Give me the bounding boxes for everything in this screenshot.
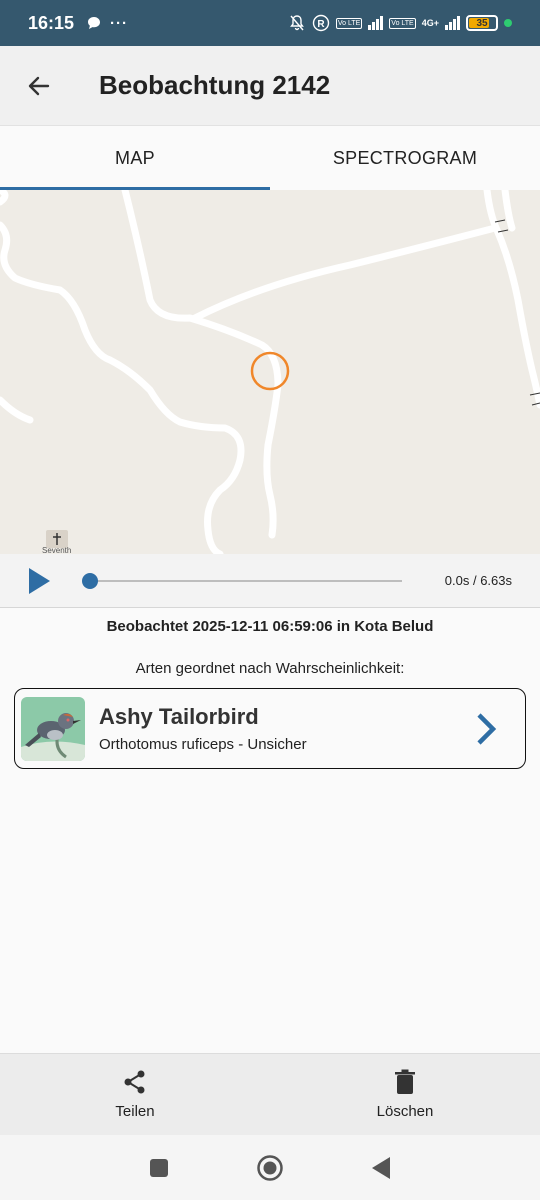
home-button[interactable]: [256, 1154, 284, 1182]
chevron-right-icon: [477, 713, 497, 745]
share-button[interactable]: Teilen: [0, 1054, 270, 1135]
delete-label: Löschen: [376, 1103, 434, 1120]
observation-info: Beobachtet 2025-12-11 06:59:06 in Kota B…: [106, 618, 434, 635]
arrow-back-icon: [28, 76, 50, 95]
mute-bell-icon: [289, 15, 304, 31]
signal-icon-2: [445, 16, 460, 30]
page-title: Beobachtung 2142: [99, 70, 331, 100]
volte-badge: Vo LTE: [335, 17, 363, 29]
species-list-heading: Arten geordnet nach Wahrscheinlichkeit:: [135, 660, 405, 677]
share-icon: [124, 1070, 145, 1094]
tab-spectrogram[interactable]: SPECTROGRAM: [270, 126, 540, 190]
audio-player: 0.0s / 6.63s: [0, 554, 540, 608]
map-view[interactable]: Seventh: [0, 190, 540, 554]
more-dots-icon: ···: [110, 14, 129, 32]
map-canvas: [0, 190, 540, 554]
map-place-label: Seventh: [42, 546, 72, 554]
species-common-name: Ashy Tailorbird: [99, 704, 259, 729]
back-nav-button[interactable]: [370, 1156, 392, 1180]
trash-icon: [395, 1069, 415, 1094]
status-time: 16:15: [28, 12, 75, 33]
time-readout: 0.0s / 6.63s: [444, 573, 512, 588]
privacy-indicator-dot: [504, 19, 512, 27]
signal-icon: [368, 16, 384, 30]
back-button[interactable]: [0, 46, 78, 126]
play-icon: [29, 567, 50, 594]
app-bar: Beobachtung 2142: [0, 46, 540, 126]
svg-text:R: R: [317, 19, 325, 30]
share-label: Teilen: [115, 1103, 155, 1120]
registered-icon: R: [312, 14, 330, 32]
battery-icon: 35: [466, 15, 498, 31]
seek-bar[interactable]: [82, 573, 402, 589]
tab-map[interactable]: MAP: [0, 126, 270, 190]
species-card[interactable]: Ashy Tailorbird Orthotomus ruficeps - Un…: [14, 688, 526, 769]
species-thumbnail: [21, 696, 85, 761]
species-detail: Orthotomus ruficeps - Unsicher: [99, 736, 307, 753]
bottom-action-bar: Teilen Löschen: [0, 1053, 540, 1135]
recents-button[interactable]: [148, 1157, 170, 1179]
chat-bubble-icon: [88, 17, 101, 29]
roads: [0, 190, 540, 554]
status-bar: 16:15 ··· R Vo LTE Vo LTE 4G+ 35: [0, 0, 540, 46]
seek-thumb[interactable]: [82, 573, 98, 589]
system-nav-bar: [0, 1135, 540, 1200]
volte-badge-2: Vo LTE: [389, 17, 416, 29]
delete-button[interactable]: Löschen: [270, 1054, 540, 1135]
tab-bar: MAP SPECTROGRAM: [0, 126, 540, 190]
network-type: 4G+: [421, 18, 439, 28]
play-button[interactable]: [24, 566, 54, 596]
